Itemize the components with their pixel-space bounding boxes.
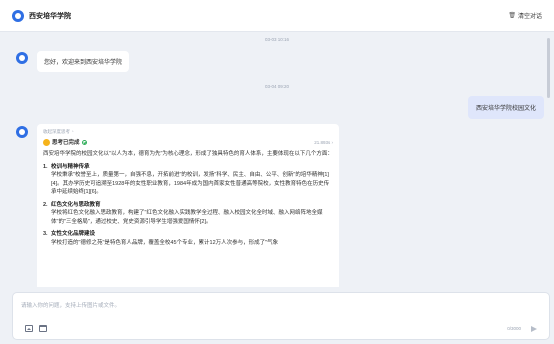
school-logo-icon <box>12 9 24 22</box>
timestamp: 03-03 10:16 <box>264 37 290 42</box>
reply-section: 3. 女性文化品牌建设 学校打造的"德修之苑"是特色育人品牌，覆盖全校45个专业… <box>43 230 333 247</box>
thinking-duration: 21.893s › <box>314 139 333 145</box>
section-title: 红色文化与思政教育 <box>51 201 101 208</box>
folder-icon[interactable] <box>39 325 47 332</box>
section-text: 学校将红色文化融入思政教育，构建了"红色文化融入实践教学全过程、融入校园文化全时… <box>51 210 323 225</box>
bot-greeting-bubble: 您好，欢迎来到西安培华学院 <box>37 51 130 72</box>
chevron-up-icon: ˆ <box>72 129 74 135</box>
collapse-thinking-toggle[interactable]: 收起深度思考 ˆ <box>43 129 333 135</box>
section-title: 女性文化品牌建设 <box>51 231 96 237</box>
clear-chat-label: 清空对话 <box>517 14 542 20</box>
greeting-text: 您好，欢迎来到西安培华学院 <box>44 60 123 66</box>
reply-section: 1. 校训与精神传承 学校秉承"校誉至上，质量第一，自强不息，开拓前进"的校训，… <box>43 163 333 197</box>
app-title: 西安培华学院 <box>29 12 71 20</box>
section-number: 3. <box>43 231 48 237</box>
message-composer: 0/3000 <box>12 292 550 340</box>
clear-chat-button[interactable]: 🗑 清空对话 <box>508 11 542 20</box>
chat-scrollbar[interactable] <box>547 38 550 98</box>
thinking-status-row[interactable]: 思考已完成 21.893s › <box>43 138 333 146</box>
bot-avatar <box>16 52 28 64</box>
section-number: 1. <box>43 163 48 170</box>
trash-icon: 🗑 <box>508 13 516 19</box>
image-icon[interactable] <box>25 325 33 332</box>
collapse-thinking-label: 收起深度思考 <box>43 129 70 134</box>
section-title: 校训与精神传承 <box>51 163 90 170</box>
user-message-bubble: 西安培华学院校园文化 <box>467 96 544 119</box>
section-text: 学校打造的"德修之苑"是特色育人品牌，覆盖全校45个专业，累计12万人次参与，形… <box>51 239 279 246</box>
reply-intro: 西安培华学院的校园文化以"以人为本，德育为先"为核心理念，形成了独具特色的育人体… <box>43 151 333 157</box>
bot-reply-bubble: 收起深度思考 ˆ 思考已完成 21.893s › 西安培华学院的校园文化以"以人… <box>37 124 339 287</box>
thinking-status-label: 思考已完成 <box>52 140 80 146</box>
reply-section: 2. 红色文化与思政教育 学校将红色文化融入思政教育，构建了"红色文化融入实践教… <box>43 201 333 227</box>
send-icon[interactable] <box>531 326 537 332</box>
character-counter: 0/3000 <box>507 326 521 331</box>
check-circle-icon <box>81 139 87 145</box>
section-number: 2. <box>43 201 48 208</box>
chat-area: 03-03 10:16 您好，欢迎来到西安培华学院 03-04 09:20 西安… <box>0 32 554 287</box>
app-header: 西安培华学院 🗑 清空对话 <box>0 0 554 32</box>
bot-avatar <box>16 126 28 138</box>
user-message-text: 西安培华学院校园文化 <box>475 106 536 112</box>
timestamp: 03-04 09:20 <box>264 84 290 89</box>
thinking-emoji-icon <box>43 138 50 146</box>
section-text: 学校秉承"校誉至上，质量第一，自强不息，开拓前进"的校训，发扬"科学、民主、自由… <box>51 172 330 195</box>
message-input[interactable] <box>21 301 491 311</box>
